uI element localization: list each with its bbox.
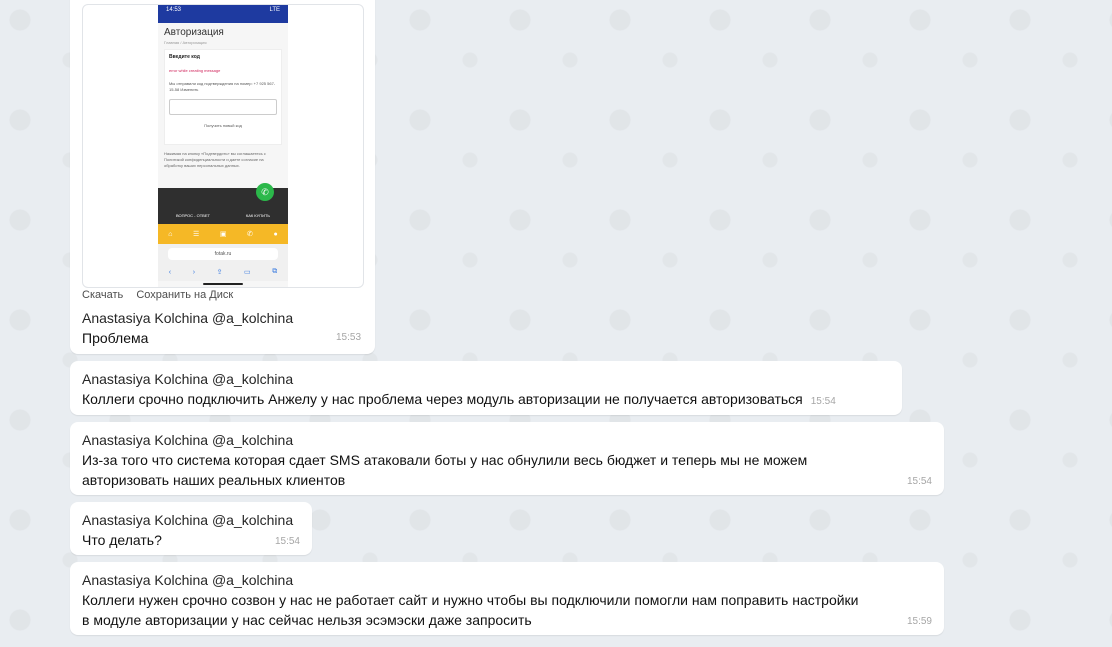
message-text-line1: Коллеги нужен срочно созвон у нас не раб…: [82, 592, 859, 608]
status-bar: 14:53 LTE: [158, 5, 288, 23]
message-text: Коллеги срочно подключить Анжелу у нас п…: [82, 391, 803, 407]
home-indicator: [203, 283, 243, 285]
message-time: 15:54: [810, 396, 836, 407]
message-text-line2: авторизовать наших реальных клиентов: [82, 472, 346, 488]
forward-icon: ›: [192, 268, 196, 276]
status-time: 14:53: [166, 7, 182, 13]
sender-name[interactable]: Anastasiya Kolchina @a_kolchina: [82, 510, 300, 530]
message-text-row: Коллеги срочно подключить Анжелу у нас п…: [82, 389, 890, 412]
screenshot-page-title: Авторизация: [164, 27, 224, 38]
message-text: Проблема: [82, 330, 149, 346]
status-icons: LTE: [269, 7, 280, 13]
message-time: 15:59: [906, 616, 932, 627]
back-icon: ‹: [168, 268, 172, 276]
screenshot-error-text: error while creating message: [169, 68, 221, 73]
message-time: 15:54: [274, 536, 300, 547]
message-bubble[interactable]: Anastasiya Kolchina @a_kolchina Что дела…: [70, 502, 312, 555]
download-link[interactable]: Скачать: [82, 289, 123, 301]
attachment-actions: Скачать Сохранить на Диск: [82, 289, 243, 301]
user-icon: ●: [273, 230, 278, 238]
phone-call-icon: ✆: [256, 183, 274, 201]
message-bubble[interactable]: Anastasiya Kolchina @a_kolchina Коллеги …: [70, 562, 944, 635]
phone-screenshot: 14:53 LTE Авторизация Главная / Авториза…: [158, 5, 288, 287]
sender-name[interactable]: Anastasiya Kolchina @a_kolchina: [82, 430, 932, 450]
save-to-disk-link[interactable]: Сохранить на Диск: [136, 289, 233, 301]
screenshot-footer-left: ВОПРОС - ОТВЕТ: [175, 213, 210, 218]
share-icon: ⇪: [216, 269, 223, 276]
screenshot-new-code-link: Получить новый код: [204, 123, 242, 128]
cart-icon: ▣: [219, 231, 227, 238]
screenshot-code-input: [169, 99, 277, 115]
screenshot-card-heading: Введите код: [169, 54, 200, 60]
message-text-line1: Из-за того что система которая сдает SMS…: [82, 452, 808, 468]
screenshot-breadcrumb: Главная / Авторизация: [164, 40, 207, 45]
message-time: 15:53: [336, 332, 362, 343]
sender-name[interactable]: Anastasiya Kolchina @a_kolchina: [82, 570, 932, 590]
screenshot-code-card: Введите код error while creating message…: [164, 49, 282, 145]
message-text: Что делать?: [82, 532, 162, 548]
message-time: 15:54: [906, 476, 932, 487]
screenshot-consent-note: Нажимая на кнопку «Подтвердить» вы согла…: [164, 151, 266, 168]
sender-name[interactable]: Anastasiya Kolchina @a_kolchina: [82, 308, 293, 328]
image-attachment[interactable]: 14:53 LTE Авторизация Главная / Авториза…: [82, 4, 364, 288]
screenshot-footer-right: КАК КУПИТЬ: [245, 213, 271, 218]
screenshot-url: fotak.ru: [168, 248, 278, 260]
message-content: Anastasiya Kolchina @a_kolchina Проблема: [82, 308, 293, 348]
sender-name[interactable]: Anastasiya Kolchina @a_kolchina: [82, 369, 890, 389]
tabs-icon: ⧉: [272, 268, 278, 275]
message-bubble[interactable]: Anastasiya Kolchina @a_kolchina Из-за то…: [70, 422, 944, 495]
message-text-line2: в модуле авторизации у нас сейчас нельзя…: [82, 612, 532, 628]
bookmarks-icon: ▭: [244, 269, 251, 276]
screenshot-bottom-nav: ⌂ ☰ ▣ ✆ ●: [158, 224, 288, 244]
phone-icon: ✆: [247, 231, 253, 238]
menu-icon: ☰: [193, 231, 200, 238]
browser-nav-bar: ‹ › ⇪ ▭ ⧉: [158, 263, 288, 281]
message-bubble[interactable]: Anastasiya Kolchina @a_kolchina Коллеги …: [70, 361, 902, 415]
home-icon: ⌂: [168, 230, 173, 238]
screenshot-sent-text: Мы отправили код подтверждения на номер:…: [169, 81, 276, 92]
